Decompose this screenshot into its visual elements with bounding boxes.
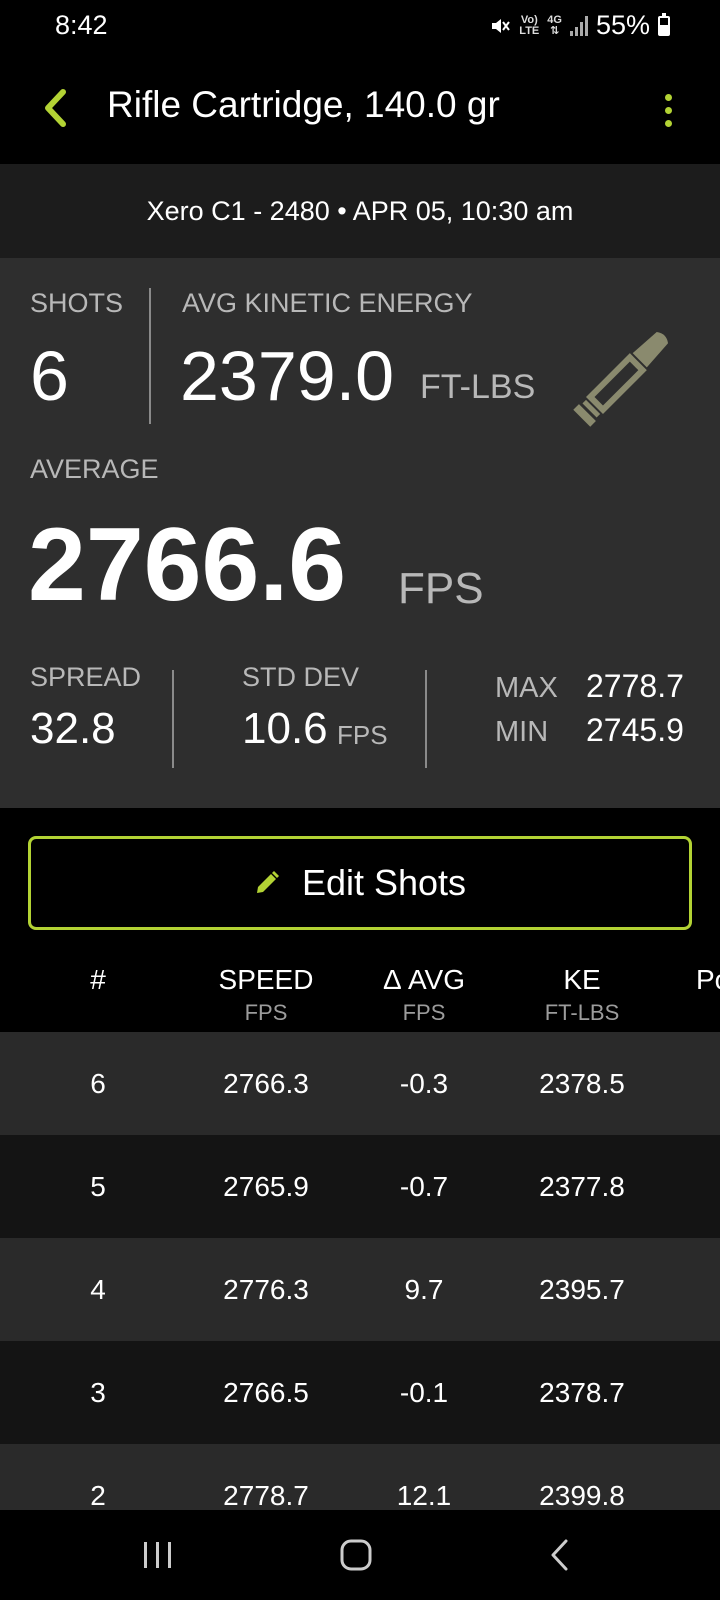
cell-speed: 2778.7 xyxy=(223,1480,309,1510)
stddev-label: STD DEV xyxy=(242,662,360,692)
divider xyxy=(172,670,174,768)
divider xyxy=(149,288,151,424)
cell-ke: 2377.8 xyxy=(539,1171,625,1202)
chevron-left-icon xyxy=(45,89,66,127)
col-header-speed[interactable]: SPEED FPS xyxy=(196,964,336,1026)
shots-label: SHOTS xyxy=(30,288,124,318)
status-icons: Vo) LTE 4G ⇅ 55% xyxy=(489,10,670,41)
max-label: MAX xyxy=(495,672,558,704)
more-vertical-icon xyxy=(664,93,672,101)
divider xyxy=(425,670,427,768)
spread-value: 32.8 xyxy=(30,704,116,753)
cell-ke: 2399.8 xyxy=(539,1480,625,1510)
back-button[interactable] xyxy=(30,80,80,136)
col-header-num[interactable]: # xyxy=(48,964,148,1000)
average-label: AVERAGE xyxy=(30,454,159,484)
cell-speed: 2776.3 xyxy=(223,1274,309,1305)
max-value: 2778.7 xyxy=(586,668,684,704)
cell-num: 3 xyxy=(90,1377,106,1408)
cell-ke: 2378.5 xyxy=(539,1068,625,1099)
status-bar: 8:42 Vo) LTE 4G ⇅ 55% xyxy=(0,0,720,54)
status-time: 8:42 xyxy=(55,10,108,40)
volte-icon: Vo) LTE xyxy=(519,13,540,37)
ke-value: 2379.0 xyxy=(180,337,395,415)
col-header-ke[interactable]: KE FT-LBS xyxy=(512,964,652,1026)
mute-icon xyxy=(492,18,511,33)
ke-label: AVG KINETIC ENERGY xyxy=(182,288,473,318)
bullet-icon xyxy=(573,331,669,427)
average-value: 2766.6 xyxy=(28,507,347,623)
table-header: # SPEED FPS Δ AVG FPS KE FT-LBS Po xyxy=(0,948,720,1032)
shots-table: 6 2766.3 -0.3 2378.5 5 2765.9 -0.7 2377.… xyxy=(0,1032,720,1510)
system-nav-bar xyxy=(0,1510,720,1600)
stddev-unit: FPS xyxy=(337,720,388,750)
cell-ke: 2378.7 xyxy=(539,1377,625,1408)
cell-speed: 2766.3 xyxy=(223,1068,309,1099)
home-icon xyxy=(340,1539,372,1571)
cell-num: 2 xyxy=(90,1480,106,1510)
cell-delta: -0.1 xyxy=(399,1377,449,1408)
spread-label: SPREAD xyxy=(30,662,142,692)
session-info: Xero C1 - 2480 • APR 05, 10:30 am xyxy=(0,164,720,258)
table-row[interactable]: 2 2778.7 12.1 2399.8 xyxy=(0,1444,720,1510)
network-icon: 4G ⇅ xyxy=(547,13,562,37)
min-label: MIN xyxy=(495,716,549,748)
nav-back-button[interactable] xyxy=(530,1535,590,1575)
cell-delta: -0.7 xyxy=(399,1171,449,1202)
min-value: 2745.9 xyxy=(586,712,684,748)
edit-shots-button[interactable]: Edit Shots xyxy=(28,836,692,930)
cell-delta: 12.1 xyxy=(396,1480,452,1510)
table-row[interactable]: 3 2766.5 -0.1 2378.7 xyxy=(0,1341,720,1444)
stddev-value: 10.6 xyxy=(242,704,328,753)
average-unit: FPS xyxy=(398,564,484,613)
col-header-delta-avg[interactable]: Δ AVG FPS xyxy=(354,964,494,1026)
table-row[interactable]: 5 2765.9 -0.7 2377.8 xyxy=(0,1135,720,1238)
cell-ke: 2395.7 xyxy=(539,1274,625,1305)
cell-num: 4 xyxy=(90,1274,106,1305)
pencil-icon xyxy=(256,871,279,893)
cell-delta: 9.7 xyxy=(404,1274,444,1305)
page-title: Rifle Cartridge, 140.0 gr xyxy=(107,84,500,125)
table-row[interactable]: 4 2776.3 9.7 2395.7 xyxy=(0,1238,720,1341)
ke-unit: FT-LBS xyxy=(420,368,536,406)
cell-num: 6 xyxy=(90,1068,106,1099)
shots-value: 6 xyxy=(30,337,69,415)
edit-shots-label: Edit Shots xyxy=(301,862,467,903)
battery-icon xyxy=(658,12,670,36)
cell-speed: 2766.5 xyxy=(223,1377,309,1408)
cell-num: 5 xyxy=(90,1171,106,1202)
cell-delta: -0.3 xyxy=(399,1068,449,1099)
col-header-po[interactable]: Po xyxy=(696,964,720,996)
battery-percent: 55% xyxy=(595,10,650,40)
recents-icon xyxy=(144,1542,171,1568)
nav-back-icon xyxy=(551,1539,568,1571)
stats-panel: SHOTS 6 AVG KINETIC ENERGY 2379.0 FT-LBS… xyxy=(0,258,720,808)
signal-icon xyxy=(569,15,588,36)
session-text: Xero C1 - 2480 • APR 05, 10:30 am xyxy=(146,195,574,226)
more-menu-button[interactable] xyxy=(656,82,680,138)
table-row[interactable]: 6 2766.3 -0.3 2378.5 xyxy=(0,1032,720,1135)
app-bar: Rifle Cartridge, 140.0 gr xyxy=(0,54,720,164)
edit-section: Edit Shots xyxy=(0,808,720,948)
home-button[interactable] xyxy=(326,1535,386,1575)
cell-speed: 2765.9 xyxy=(223,1171,309,1202)
recents-button[interactable] xyxy=(128,1535,188,1575)
